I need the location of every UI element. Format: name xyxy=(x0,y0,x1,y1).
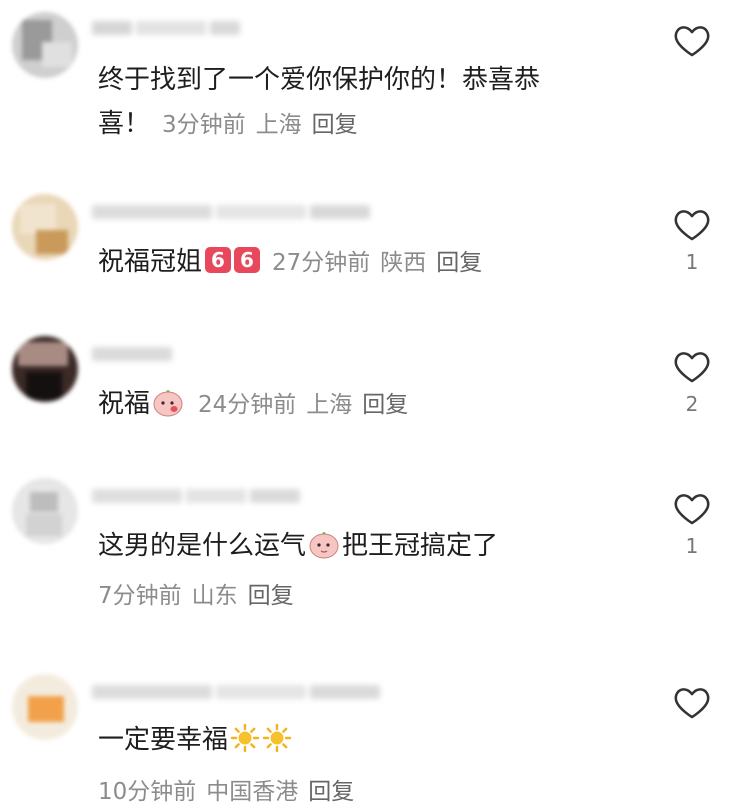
comment-text: 一定要幸福 xyxy=(98,718,658,762)
username[interactable] xyxy=(92,346,176,364)
reply-button[interactable]: 回复 xyxy=(362,392,408,418)
like-count: 1 xyxy=(685,250,699,274)
like-button[interactable] xyxy=(672,684,712,728)
like-button[interactable]: 2 xyxy=(672,348,712,416)
comment-text-body: 把王冠搞定了 xyxy=(342,531,499,561)
comment-region: 上海 xyxy=(255,112,302,138)
comment-3: 祝福 24分钟前 上海 回复 2 xyxy=(0,322,744,452)
reply-button[interactable]: 回复 xyxy=(308,779,354,805)
like-button[interactable]: 1 xyxy=(672,490,712,558)
comment-region: 上海 xyxy=(306,392,353,418)
comment-text: 祝福 24分钟前 上海 回复 xyxy=(98,382,658,427)
heart-outline-icon xyxy=(674,352,710,383)
comment-time: 27分钟前 xyxy=(272,250,371,276)
username[interactable] xyxy=(92,20,244,38)
reply-button[interactable]: 回复 xyxy=(248,583,294,609)
comment-text: 这男的是什么运气 把王冠搞定了 xyxy=(98,524,658,568)
comment-text-line: 终于找到了一个爱你保护你的！恭喜恭 xyxy=(98,65,541,95)
comment-region: 山东 xyxy=(191,583,238,609)
avatar[interactable] xyxy=(12,478,78,544)
comment-time: 24分钟前 xyxy=(198,392,297,418)
reply-button[interactable]: 回复 xyxy=(436,250,482,276)
keycap-six-icon: 6 xyxy=(205,247,232,273)
comment-text-tail: 喜！ xyxy=(98,109,151,139)
like-button[interactable] xyxy=(672,22,712,66)
comment-region: 陕西 xyxy=(380,250,427,276)
comment-text-line: 喜！ 3分钟前 上海 回复 xyxy=(98,102,658,147)
comment-5: 一定要幸福 10分钟前 中国香港 回复 xyxy=(0,660,744,805)
username[interactable] xyxy=(92,488,304,506)
username[interactable] xyxy=(92,684,384,702)
comment-time: 3分钟前 xyxy=(162,112,246,138)
username[interactable] xyxy=(92,204,374,222)
comment-time: 7分钟前 xyxy=(98,583,182,609)
keycap-six-icon: 6 xyxy=(234,247,261,273)
comment-meta: 10分钟前 中国香港 回复 xyxy=(98,772,354,806)
like-button[interactable]: 1 xyxy=(672,206,712,274)
heart-outline-icon xyxy=(674,26,710,57)
pink-face-emoji-icon xyxy=(153,390,183,417)
like-count: 1 xyxy=(685,534,699,558)
comment-time: 10分钟前 xyxy=(98,779,197,805)
comment-text-body: 祝福冠姐 xyxy=(98,247,203,277)
avatar[interactable] xyxy=(12,336,78,402)
comment-region: 中国香港 xyxy=(206,779,299,805)
comment-4: 这男的是什么运气 把王冠搞定了 7分钟前 山东 回复 1 xyxy=(0,464,744,624)
comment-meta: 3分钟前 上海 回复 xyxy=(162,112,358,138)
comment-text: 祝福冠姐 6 6 27分钟前 陕西 回复 xyxy=(98,240,658,285)
pink-face-emoji-icon xyxy=(309,532,339,559)
comment-1: 终于找到了一个爱你保护你的！恭喜恭 喜！ 3分钟前 上海 回复 xyxy=(0,0,744,160)
heart-outline-icon xyxy=(674,210,710,241)
comment-text: 终于找到了一个爱你保护你的！恭喜恭 喜！ 3分钟前 上海 回复 xyxy=(98,58,658,147)
comment-text-body: 祝福 xyxy=(98,389,151,419)
comment-text-body: 一定要幸福 xyxy=(98,725,229,755)
reply-button[interactable]: 回复 xyxy=(312,112,358,138)
comment-2: 祝福冠姐 6 6 27分钟前 陕西 回复 1 xyxy=(0,180,744,310)
avatar[interactable] xyxy=(12,194,78,260)
heart-outline-icon xyxy=(674,494,710,525)
sun-emoji-icon xyxy=(230,723,260,753)
comment-meta: 24分钟前 上海 回复 xyxy=(198,392,408,418)
comment-meta: 7分钟前 山东 回复 xyxy=(98,576,294,610)
comment-text-body: 这男的是什么运气 xyxy=(98,531,307,561)
sun-emoji-icon xyxy=(262,723,292,753)
avatar[interactable] xyxy=(12,674,78,740)
like-count: 2 xyxy=(685,392,699,416)
heart-outline-icon xyxy=(674,688,710,719)
comment-meta: 27分钟前 陕西 回复 xyxy=(272,250,482,276)
avatar[interactable] xyxy=(12,12,78,78)
